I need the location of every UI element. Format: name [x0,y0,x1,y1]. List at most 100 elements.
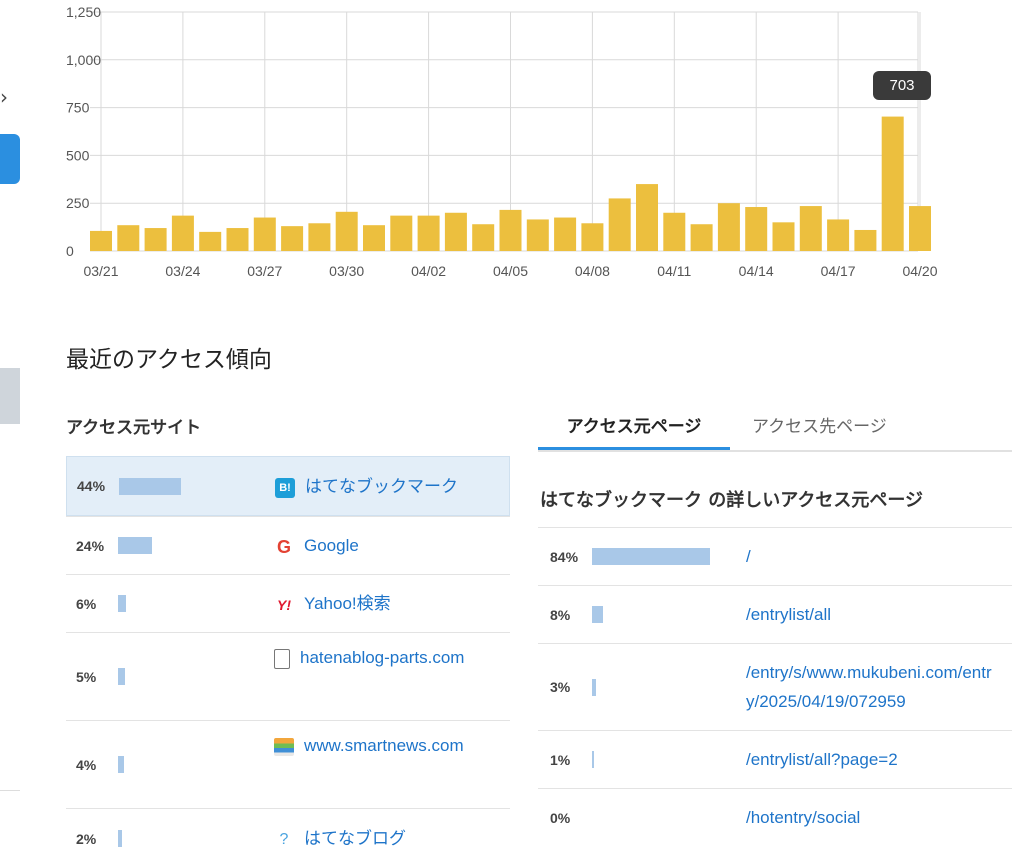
chart-bar [554,217,577,251]
sources-table: 44% B! はてなブックマーク 24% G Google 6% Y! Yahoo!検索 5% ha… [66,456,510,852]
x-tick-label: 03/30 [329,263,364,279]
chart-bar [390,215,413,251]
chart-bar [117,225,140,251]
sidebar-divider [0,790,20,791]
source-percent: 5% [76,668,97,685]
chart-bar [690,224,713,251]
page-percent: 0% [550,809,571,826]
source-page-link[interactable]: / [734,528,1012,585]
source-share: 44% [67,457,259,515]
source-page-row: 1% /entrylist/all?page=2 [538,730,1012,788]
source-row[interactable]: 24% G Google [66,516,510,574]
page-share: 8% [538,586,734,643]
source-share-bar [118,668,125,685]
chart-bar [909,206,931,251]
page-share-bar [592,606,604,623]
source-pages-table: 84% / 8% /entrylist/all 3% /entry/s/www.mukub… [538,527,1012,846]
x-tick-label: 03/21 [83,263,118,279]
yahoo-icon: Y! [277,596,291,613]
source-row[interactable]: 4% www.smartnews.com [66,720,510,808]
access-bar-chart: 0 250 500 750 1,000 1,250 03/21 03/24 03/27 03/30… [66,4,938,279]
chart-bar [636,184,658,251]
source-row[interactable]: 2%? はてなブログ [66,808,510,852]
source-share: 4% [66,721,258,808]
source-share-bar [119,477,181,495]
source-name: はてなブログ [304,829,406,848]
chart-bar [526,219,549,251]
source-share-bar [118,537,152,554]
source-page-link[interactable]: /hotentry/social [734,789,1012,846]
chart-bar [717,203,740,251]
chart-bar [417,215,440,251]
chart-bar [827,219,850,251]
source-row[interactable]: 44% B! はてなブックマーク [66,456,510,516]
source-row[interactable]: 5% hatenablog-parts.com [66,632,510,720]
source-share-bar [118,830,122,847]
page-share: 84% [538,528,734,585]
page-share: 0% [538,789,734,846]
source-share: 6% [66,575,258,632]
y-tick-label: 750 [66,100,90,116]
page-share-bar [592,751,594,768]
sources-title: アクセス元サイト [66,418,202,438]
y-tick-label: 250 [66,195,90,211]
page-percent: 3% [550,679,571,695]
source-percent: 4% [76,756,97,773]
source-row[interactable]: 6% Y! Yahoo!検索 [66,574,510,632]
page-percent: 8% [550,606,571,623]
x-tick-label: 04/14 [739,263,774,279]
source-page-link[interactable]: /entrylist/all?page=2 [734,731,1012,788]
chart-bar [581,223,604,251]
chart-bar [226,228,249,251]
source-link[interactable]: ? はてなブログ [258,809,510,852]
source-page-link[interactable]: /entrylist/all [734,586,1012,643]
source-page-row: 0% /hotentry/social [538,788,1012,846]
source-name: www.smartnews.com [304,736,464,755]
source-percent: 44% [77,478,106,494]
y-tick-label: 1,250 [66,4,101,20]
tab-destination-pages[interactable]: アクセス先ページ [752,412,887,450]
chart-bar [854,229,877,251]
x-tick-label: 04/11 [657,263,691,279]
bar-tooltip: 703 [873,71,931,100]
tab-source-pages[interactable]: アクセス元ページ [538,412,730,450]
chart-bar [144,228,167,251]
source-name: Yahoo!検索 [304,594,391,613]
source-link[interactable]: B! はてなブックマーク [259,457,509,515]
chart-bar [881,116,904,252]
section-title: 最近のアクセス傾向 [66,347,272,373]
y-tick-label: 1,000 [66,52,101,68]
hatena-bookmark-icon: B! [275,477,295,498]
chart-bar [772,222,795,251]
source-page-link[interactable]: /entry/s/www.mukubeni.com/entry/2025/04/… [734,644,1012,730]
chart-bar [799,206,822,251]
x-tick-label: 04/17 [821,263,856,279]
chart-bar [472,224,495,251]
source-name: はてなブックマーク [305,477,458,496]
source-share: 2% [66,809,258,852]
source-page-row: 3% /entry/s/www.mukubeni.com/entry/2025/0… [538,643,1012,730]
source-page-row: 84% / [538,527,1012,585]
hatena-blog-icon: ? [279,830,289,848]
x-tick-label: 04/20 [902,263,937,279]
source-percent: 6% [76,595,97,612]
chart-bar [499,209,522,251]
source-share: 5% [66,633,258,720]
chart-bar [335,211,358,251]
page-tabs: アクセス元ページ アクセス先ページ [538,404,1012,452]
x-tick-label: 04/05 [493,263,528,279]
x-tick-label: 04/02 [411,263,446,279]
source-link[interactable]: www.smartnews.com [258,721,510,808]
source-link[interactable]: G Google [258,517,510,574]
source-link[interactable]: hatenablog-parts.com [258,633,510,720]
chart-bar [663,212,686,251]
source-share-bar [118,595,127,612]
page-share-bar [592,678,597,696]
chart-bar [308,223,331,251]
source-percent: 2% [76,830,97,847]
source-percent: 24% [76,537,105,554]
source-link[interactable]: Y! Yahoo!検索 [258,575,510,632]
x-tick-label: 04/08 [575,263,610,279]
source-page-row: 8% /entrylist/all [538,585,1012,643]
y-tick-label: 500 [66,147,90,163]
